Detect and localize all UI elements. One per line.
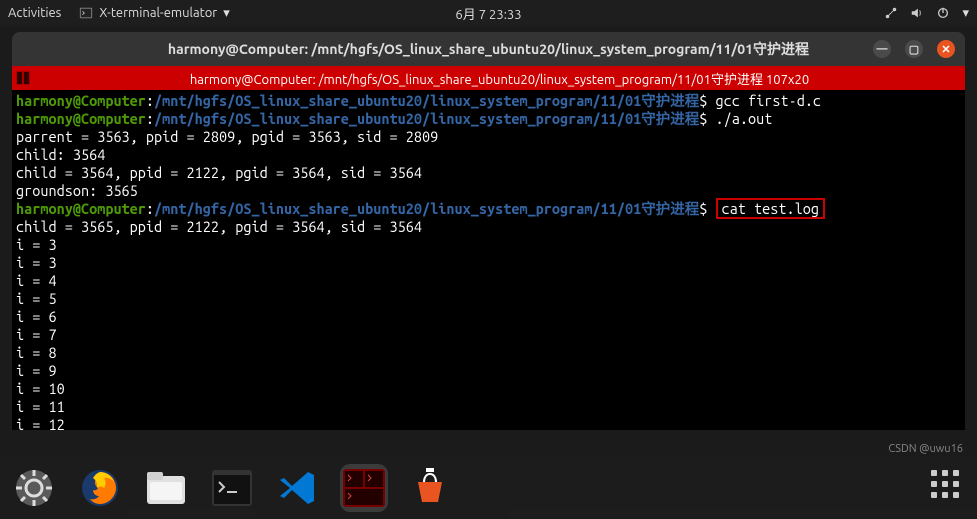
dock-terminal[interactable] bbox=[208, 464, 256, 512]
tab-split-icon[interactable] bbox=[12, 71, 34, 85]
terminal-app-icon bbox=[79, 6, 93, 20]
network-icon bbox=[884, 6, 898, 20]
out-line: i = 3 bbox=[16, 254, 57, 271]
out-line: child: 3564 bbox=[16, 146, 105, 163]
prompt-sep: : bbox=[146, 110, 154, 127]
prompt-path: /mnt/hgfs/OS_linux_share_ubuntu20/linux_… bbox=[154, 110, 699, 127]
volume-icon bbox=[910, 6, 924, 20]
prompt-path: /mnt/hgfs/OS_linux_share_ubuntu20/linux_… bbox=[154, 200, 699, 217]
dock-settings[interactable] bbox=[10, 464, 58, 512]
terminal-tab-bar: harmony@Computer: /mnt/hgfs/OS_linux_sha… bbox=[12, 66, 965, 90]
out-line: child = 3564, ppid = 2122, pgid = 3564, … bbox=[16, 164, 422, 181]
out-line: i = 11 bbox=[16, 398, 65, 415]
out-line: parrent = 3563, ppid = 2809, pgid = 3563… bbox=[16, 128, 438, 145]
dock-software[interactable] bbox=[406, 464, 454, 512]
out-line: i = 3 bbox=[16, 236, 57, 253]
prompt-sym: $ bbox=[699, 200, 707, 217]
close-button[interactable]: ✕ bbox=[937, 40, 955, 58]
chevron-down-icon: ▾ bbox=[962, 6, 969, 21]
minimize-button[interactable]: — bbox=[873, 40, 891, 58]
window-title: harmony@Computer: /mnt/hgfs/OS_linux_sha… bbox=[168, 39, 809, 59]
prompt-sep: : bbox=[146, 200, 154, 217]
dock-vscode[interactable] bbox=[274, 464, 322, 512]
prompt-user: harmony@Computer bbox=[16, 92, 146, 109]
out-line: i = 8 bbox=[16, 344, 57, 361]
out-line: groundson: 3565 bbox=[16, 182, 138, 199]
show-apps-button[interactable] bbox=[931, 470, 967, 506]
app-menu-label: X-terminal-emulator bbox=[99, 6, 217, 20]
terminal-output[interactable]: harmony@Computer:/mnt/hgfs/OS_linux_shar… bbox=[12, 90, 965, 430]
power-icon bbox=[936, 6, 950, 20]
dock-firefox[interactable] bbox=[76, 464, 124, 512]
out-line: i = 9 bbox=[16, 362, 57, 379]
prompt-user: harmony@Computer bbox=[16, 110, 146, 127]
prompt-sep: : bbox=[146, 92, 154, 109]
terminal-window: harmony@Computer: /mnt/hgfs/OS_linux_sha… bbox=[12, 32, 965, 430]
window-titlebar[interactable]: harmony@Computer: /mnt/hgfs/OS_linux_sha… bbox=[12, 32, 965, 66]
clock[interactable]: 6月 7 23:33 bbox=[455, 4, 521, 23]
activities-button[interactable]: Activities bbox=[8, 6, 61, 20]
maximize-button[interactable]: ▢ bbox=[905, 40, 923, 58]
dock-files[interactable] bbox=[142, 464, 190, 512]
apps-grid-icon bbox=[931, 470, 937, 476]
chevron-down-icon: ▾ bbox=[223, 6, 230, 21]
out-line: i = 7 bbox=[16, 326, 57, 343]
out-line: i = 10 bbox=[16, 380, 65, 397]
out-line: child = 3565, ppid = 2122, pgid = 3564, … bbox=[16, 218, 422, 235]
out-line: i = 6 bbox=[16, 308, 57, 325]
out-line: i = 5 bbox=[16, 290, 57, 307]
dock-terminator[interactable] bbox=[340, 464, 388, 512]
app-menu[interactable]: X-terminal-emulator ▾ bbox=[79, 6, 229, 21]
prompt-path: /mnt/hgfs/OS_linux_share_ubuntu20/linux_… bbox=[154, 92, 699, 109]
system-tray[interactable]: ▾ bbox=[884, 6, 969, 21]
cmd-1: gcc first-d.c bbox=[707, 92, 821, 109]
out-line: i = 12 bbox=[16, 416, 65, 430]
prompt-user: harmony@Computer bbox=[16, 200, 146, 217]
watermark: CSDN @uwu16 bbox=[888, 443, 963, 455]
gnome-top-bar: Activities X-terminal-emulator ▾ 6月 7 23… bbox=[0, 0, 977, 26]
dock bbox=[0, 457, 977, 519]
out-line: i = 4 bbox=[16, 272, 57, 289]
tab-title[interactable]: harmony@Computer: /mnt/hgfs/OS_linux_sha… bbox=[190, 69, 809, 88]
cmd-3-highlighted: cat test.log bbox=[716, 198, 825, 219]
cmd-2: ./a.out bbox=[707, 110, 772, 127]
